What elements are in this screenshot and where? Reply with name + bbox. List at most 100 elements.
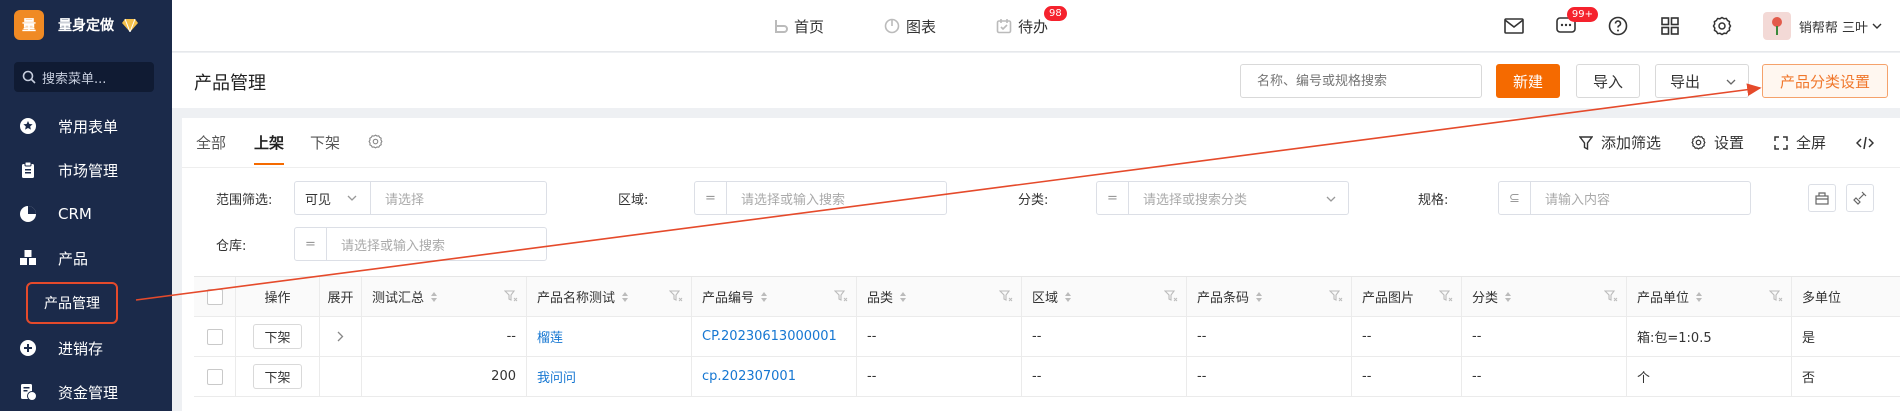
sort-icon[interactable] [1695, 291, 1703, 303]
top-nav: 首页 图表 待办 98 [772, 0, 1108, 52]
message-icon[interactable]: 99+ [1555, 7, 1598, 37]
column-header-category[interactable]: 分类 [1462, 277, 1627, 316]
filter-icon[interactable] [1164, 290, 1178, 302]
tab-all[interactable]: 全部 [196, 132, 226, 163]
product-name-link[interactable]: 我问问 [537, 367, 576, 386]
row-checkbox[interactable] [206, 328, 223, 345]
scope-visibility-select[interactable]: 可见 [295, 182, 371, 214]
export-label: 导出 [1670, 72, 1701, 91]
settings-label: 设置 [1713, 134, 1744, 152]
take-off-shelf-button[interactable]: 下架 [253, 364, 302, 389]
gear-icon[interactable] [1711, 15, 1733, 37]
sort-icon[interactable] [1064, 291, 1072, 303]
top-nav-chart[interactable]: 图表 [884, 16, 936, 37]
table-row[interactable]: 下架 200 我问问 cp.202307001 -- -- -- -- -- 个… [194, 357, 1900, 397]
user-name[interactable]: 销帮帮 三叶 [1799, 17, 1868, 36]
sidebar-item-favorites[interactable]: 常用表单 [0, 104, 172, 148]
chevron-right-icon[interactable] [337, 331, 344, 342]
product-code-link[interactable]: CP.20230613000001 [702, 329, 837, 344]
product-name-link[interactable]: 榴莲 [537, 327, 563, 346]
basket-icon [1815, 192, 1829, 205]
add-filter-button[interactable]: 添加筛选 [1578, 132, 1661, 153]
tab-on-shelf[interactable]: 上架 [254, 132, 285, 165]
brand-cell: -- [857, 317, 1022, 356]
sort-icon[interactable] [1255, 291, 1263, 303]
fullscreen-button[interactable]: 全屏 [1774, 132, 1826, 153]
sidebar-item-product[interactable]: 产品 [0, 236, 172, 280]
product-code-link[interactable]: cp.202307001 [702, 369, 796, 384]
select-all-checkbox[interactable] [206, 288, 223, 305]
equals-operator[interactable]: = [295, 228, 327, 260]
apps-grid-icon[interactable] [1659, 15, 1681, 37]
top-nav-label: 待办 [1018, 17, 1049, 36]
clipboard-icon [18, 160, 38, 180]
region-filter[interactable]: = 请选择或输入搜索 [694, 181, 947, 215]
category-filter[interactable]: = 请选择或搜索分类 [1096, 181, 1349, 215]
filter-icon[interactable] [504, 290, 518, 302]
column-header-region[interactable]: 区域 [1022, 277, 1187, 316]
column-header-label: 产品单位 [1637, 291, 1690, 306]
column-header-code[interactable]: 产品编号 [692, 277, 857, 316]
sort-icon[interactable] [1504, 291, 1512, 303]
sidebar-item-finance[interactable]: 资金管理 [0, 370, 172, 411]
warehouse-filter[interactable]: = 请选择或输入搜索 [294, 227, 547, 261]
sidebar-item-market[interactable]: 市场管理 [0, 148, 172, 192]
equals-operator[interactable]: = [1097, 182, 1129, 214]
filter-icon[interactable] [1439, 290, 1453, 302]
equals-operator[interactable]: = [695, 182, 727, 214]
spec-filter[interactable]: ⊆ 请输入内容 [1498, 181, 1751, 215]
column-header-unit[interactable]: 产品单位 [1627, 277, 1792, 316]
contains-operator[interactable]: ⊆ [1499, 182, 1531, 214]
sort-icon[interactable] [899, 291, 907, 303]
brand-name[interactable]: 量身定做 [58, 15, 114, 35]
sort-icon[interactable] [430, 291, 438, 303]
tab-settings-icon[interactable] [368, 134, 383, 149]
clear-filter-button[interactable] [1846, 184, 1874, 212]
filter-icon[interactable] [1604, 290, 1618, 302]
filter-icon[interactable] [1329, 290, 1343, 302]
product-search-input[interactable] [1240, 64, 1482, 98]
sidebar-item-crm[interactable]: CRM [0, 192, 172, 236]
avatar[interactable] [1762, 12, 1791, 40]
save-filter-button[interactable] [1808, 184, 1836, 212]
unit-cell: 箱:包=1:0.5 [1627, 317, 1792, 356]
code-view-button[interactable] [1856, 136, 1882, 150]
import-button[interactable]: 导入 [1576, 64, 1640, 98]
menu-search-input[interactable]: 搜索菜单... [14, 62, 154, 92]
column-header-barcode[interactable]: 产品条码 [1187, 277, 1352, 316]
take-off-shelf-button[interactable]: 下架 [253, 324, 302, 349]
sort-icon[interactable] [621, 291, 629, 303]
product-category-settings-button[interactable]: 产品分类设置 [1762, 64, 1888, 98]
name-cell: 我问问 [527, 357, 692, 396]
table-row[interactable]: 下架 -- 榴莲 CP.20230613000001 -- -- -- -- -… [194, 317, 1900, 357]
sidebar-subitem-product-management[interactable]: 产品管理 [26, 282, 118, 324]
column-header-summary[interactable]: 测试汇总 [362, 277, 527, 316]
settings-button[interactable]: 设置 [1691, 132, 1744, 153]
column-header-image[interactable]: 产品图片 [1352, 277, 1462, 316]
filter-icon[interactable] [999, 290, 1013, 302]
sort-icon[interactable] [760, 291, 768, 303]
filter-icon[interactable] [834, 290, 848, 302]
filter-icon[interactable] [669, 290, 683, 302]
help-icon[interactable] [1607, 15, 1629, 37]
filter-icon[interactable] [1769, 290, 1783, 302]
scope-filter[interactable]: 可见 请选择 [294, 181, 547, 215]
pie-icon [18, 204, 38, 224]
sidebar-item-label: 产品 [58, 249, 89, 268]
barcode-cell: -- [1187, 357, 1352, 396]
new-button[interactable]: 新建 [1496, 64, 1560, 98]
column-header-brand[interactable]: 品类 [857, 277, 1022, 316]
calendar-icon [996, 19, 1012, 34]
export-button[interactable]: 导出 [1655, 64, 1749, 98]
column-header-label: 产品名称测试 [537, 291, 616, 306]
top-nav-home[interactable]: 首页 [772, 16, 824, 37]
chevron-down-icon[interactable] [1872, 23, 1882, 29]
mail-icon[interactable] [1503, 15, 1525, 37]
tab-off-shelf[interactable]: 下架 [310, 132, 340, 163]
column-header-name[interactable]: 产品名称测试 [527, 277, 692, 316]
row-checkbox[interactable] [206, 368, 223, 385]
top-nav-todo[interactable]: 待办 98 [996, 5, 1067, 37]
region-cell: -- [1022, 317, 1187, 356]
boxes-icon [18, 248, 38, 268]
sidebar-item-inventory[interactable]: 进销存 [0, 326, 172, 370]
